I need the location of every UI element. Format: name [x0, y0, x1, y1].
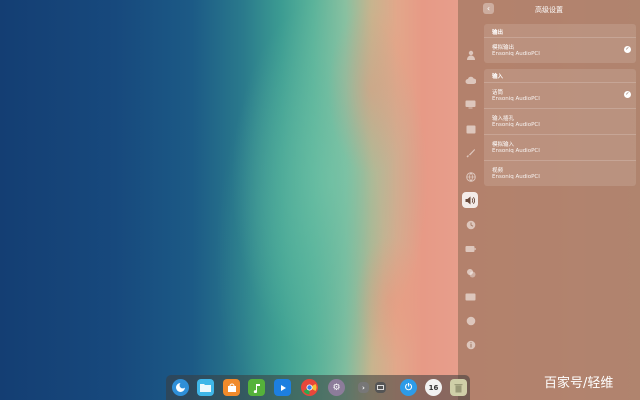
check-icon: ✓ [624, 46, 631, 53]
input-device-group: 话筒 Ensoniq AudioPCI ✓ 输入插孔 Ensoniq Audio… [484, 69, 636, 186]
input-device-row[interactable]: 视频 Ensoniq AudioPCI [484, 160, 636, 186]
device-subtitle: Ensoniq AudioPCI [492, 122, 540, 128]
settings-icon[interactable]: ⚙ [328, 379, 345, 396]
calendar-icon[interactable] [464, 122, 477, 135]
device-subtitle: Ensoniq AudioPCI [492, 174, 540, 180]
device-subtitle: Ensoniq AudioPCI [492, 148, 540, 154]
update-icon[interactable] [464, 314, 477, 327]
input-device-row[interactable]: 输入插孔 Ensoniq AudioPCI [484, 108, 636, 134]
network-icon[interactable] [464, 170, 477, 183]
clock-icon[interactable]: 16 [425, 379, 442, 396]
multitask-icon[interactable] [375, 382, 386, 393]
output-section-label: 输出 [492, 30, 504, 36]
power-glyph: ⏻ [404, 382, 413, 393]
output-device-row[interactable]: 模拟输出 Ensoniq AudioPCI ✓ [484, 37, 636, 63]
power-icon[interactable]: ⏻ [400, 379, 417, 396]
expand-glyph: › [362, 383, 365, 392]
watermark: 百家号/轻维 [544, 376, 614, 391]
expand-arrow-icon[interactable]: › [358, 382, 369, 393]
file-manager-icon[interactable] [197, 379, 214, 396]
cloud-icon[interactable] [464, 73, 477, 86]
info-icon[interactable] [464, 338, 477, 351]
music-icon[interactable] [248, 379, 265, 396]
input-section-label: 输入 [492, 74, 504, 80]
time-icon[interactable] [464, 218, 477, 231]
settings-glyph: ⚙ [332, 382, 341, 393]
power-icon[interactable] [464, 242, 477, 255]
device-name: 模拟输入 [492, 142, 515, 148]
device-name: 话筒 [492, 90, 504, 96]
keyboard-icon[interactable] [464, 290, 477, 303]
device-subtitle: Ensoniq AudioPCI [492, 51, 540, 57]
panel-title: 高级设置 [535, 6, 563, 14]
device-name: 输入插孔 [492, 116, 515, 122]
device-name: 模拟输出 [492, 45, 515, 51]
trash-icon[interactable] [450, 379, 467, 396]
launcher-icon[interactable] [172, 379, 189, 396]
sound-icon[interactable] [462, 192, 478, 208]
input-device-row[interactable]: 话筒 Ensoniq AudioPCI ✓ [484, 82, 636, 108]
settings-category-rail [458, 18, 484, 358]
mouse-icon[interactable] [464, 266, 477, 279]
app-store-icon[interactable] [223, 379, 240, 396]
check-icon: ✓ [624, 91, 631, 98]
input-device-row[interactable]: 模拟输入 Ensoniq AudioPCI [484, 134, 636, 160]
personalization-icon[interactable] [464, 146, 477, 159]
device-subtitle: Ensoniq AudioPCI [492, 96, 540, 102]
user-icon[interactable] [464, 48, 477, 61]
dock: ⚙ › ⏻ 16 [166, 375, 470, 400]
video-icon[interactable] [274, 379, 291, 396]
clock-label: 16 [428, 383, 439, 392]
chrome-icon[interactable] [301, 379, 318, 396]
output-device-group: 模拟输出 Ensoniq AudioPCI ✓ [484, 24, 636, 63]
display-icon[interactable] [464, 98, 477, 111]
device-name: 视频 [492, 168, 504, 174]
